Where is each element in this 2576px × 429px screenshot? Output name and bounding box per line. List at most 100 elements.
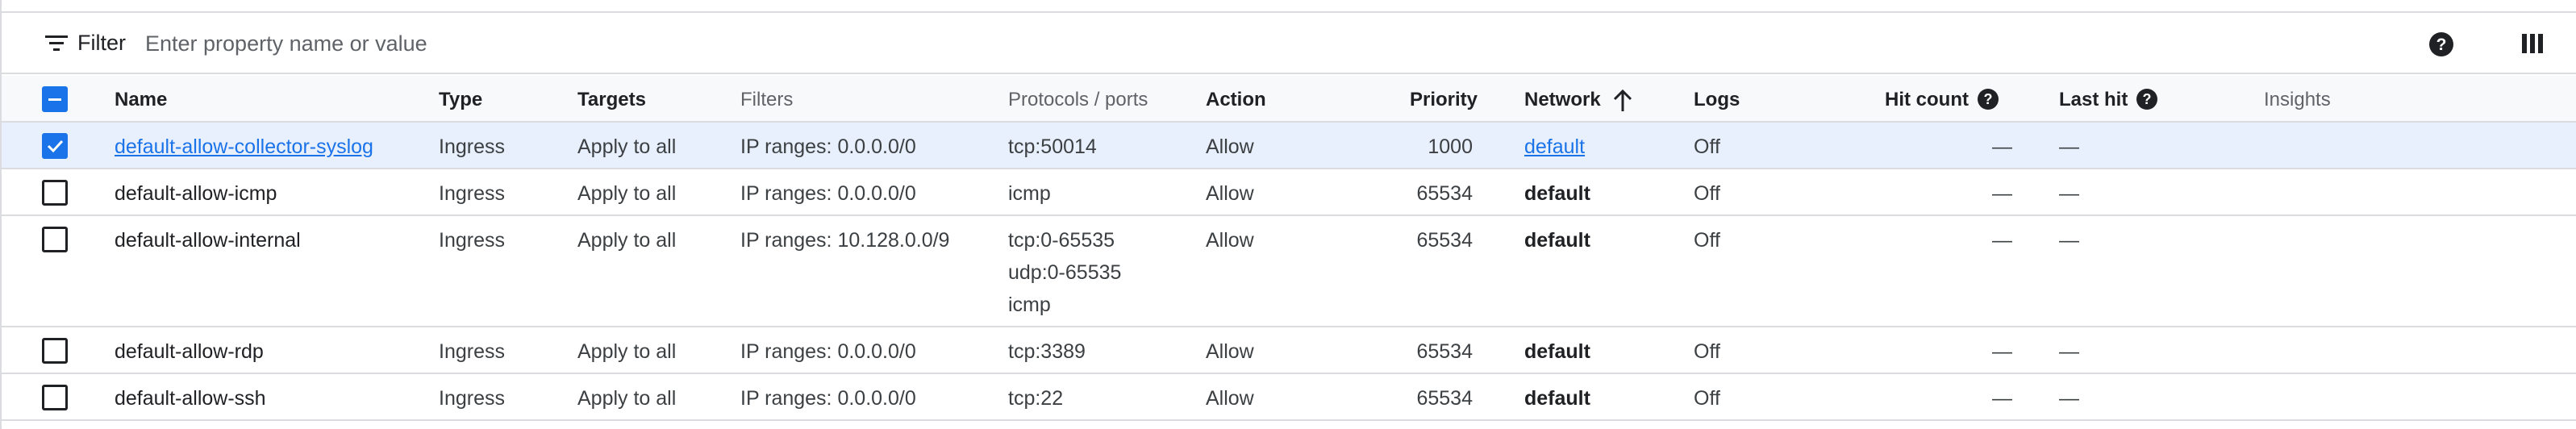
rule-type: Ingress [439, 340, 505, 363]
column-header-filters: Filters [740, 89, 794, 110]
help-circle-icon[interactable]: ? [2428, 31, 2455, 58]
rule-filters: IP ranges: 0.0.0.0/0 [740, 340, 916, 363]
rule-last-hit: — [2059, 182, 2079, 205]
protocol-entry: icmp [1008, 294, 1051, 316]
rule-network: default [1524, 387, 1590, 410]
filter-list-icon[interactable] [44, 32, 69, 55]
rule-logs: Off [1694, 387, 1720, 410]
rule-targets: Apply to all [577, 182, 677, 205]
rule-action: Allow [1206, 229, 1254, 252]
rule-last-hit: — [2059, 135, 2079, 158]
rule-name[interactable]: default-allow-icmp [115, 177, 277, 210]
rule-priority: 65534 [1416, 182, 1473, 205]
rule-priority: 1000 [1428, 135, 1473, 158]
rule-priority: 65534 [1416, 340, 1473, 363]
indeterminate-checkbox-icon [48, 98, 61, 101]
rule-filters: IP ranges: 10.128.0.0/9 [740, 229, 950, 252]
rule-name[interactable]: default-allow-ssh [115, 382, 266, 414]
row-checkbox[interactable] [42, 133, 68, 159]
rule-network-link[interactable]: default [1524, 131, 1585, 163]
rule-logs: Off [1694, 182, 1720, 205]
rule-protocols: tcp:0-65535 udp:0-65535 icmp [1008, 224, 1121, 321]
rule-logs: Off [1694, 229, 1720, 252]
rule-hit-count: — [1992, 229, 2012, 252]
rule-type: Ingress [439, 135, 505, 158]
protocol-entry: tcp:50014 [1008, 135, 1097, 158]
rule-network: default [1524, 340, 1590, 363]
rule-name[interactable]: default-allow-rdp [115, 335, 264, 368]
table-header: Name Type Targets Filters Protocols / po… [2, 76, 2576, 123]
column-display-icon[interactable] [2520, 31, 2545, 56]
filter-bar: Filter ? [2, 13, 2576, 74]
protocol-entry: icmp [1008, 182, 1051, 205]
svg-text:?: ? [1984, 91, 1993, 107]
rule-protocols: icmp [1008, 177, 1051, 210]
svg-text:?: ? [2436, 35, 2447, 54]
rule-network: default [1524, 182, 1590, 205]
rule-hit-count: — [1992, 340, 2012, 363]
row-checkbox[interactable] [42, 385, 68, 410]
column-header-priority[interactable]: Priority [1410, 89, 1478, 111]
row-checkbox[interactable] [42, 338, 68, 364]
rule-type: Ingress [439, 387, 505, 410]
checkmark-icon [47, 140, 64, 153]
column-header-targets[interactable]: Targets [577, 89, 646, 111]
rule-priority: 65534 [1416, 229, 1473, 252]
select-all-checkbox[interactable] [42, 86, 68, 112]
rule-last-hit: — [2059, 229, 2079, 252]
table-row[interactable]: default-allow-rdp Ingress Apply to all I… [2, 327, 2576, 374]
column-header-network[interactable]: Network [1524, 89, 1601, 111]
rule-name[interactable]: default-allow-internal [115, 224, 301, 256]
arrow-upward-icon[interactable] [1611, 87, 1634, 117]
column-header-logs[interactable]: Logs [1694, 89, 1740, 111]
rule-protocols: tcp:3389 [1008, 335, 1086, 368]
rule-network: default [1524, 229, 1590, 252]
rule-logs: Off [1694, 135, 1720, 158]
rule-filters: IP ranges: 0.0.0.0/0 [740, 182, 916, 205]
rule-hit-count: — [1992, 182, 2012, 205]
rule-logs: Off [1694, 340, 1720, 363]
column-header-type[interactable]: Type [439, 89, 482, 111]
table-row[interactable]: default-allow-icmp Ingress Apply to all … [2, 169, 2576, 216]
hit-count-help-icon[interactable]: ? [1976, 87, 2000, 115]
top-divider [2, 0, 2576, 13]
filter-label[interactable]: Filter [77, 31, 126, 56]
rule-targets: Apply to all [577, 387, 677, 410]
rule-type: Ingress [439, 182, 505, 205]
rule-filters: IP ranges: 0.0.0.0/0 [740, 135, 916, 158]
row-checkbox[interactable] [42, 227, 68, 252]
column-header-hit-count[interactable]: Hit count [1885, 89, 1969, 111]
protocol-entry: tcp:0-65535 [1008, 229, 1115, 252]
rule-hit-count: — [1992, 135, 2012, 158]
table-row[interactable]: default-allow-internal Ingress Apply to … [2, 216, 2576, 327]
rule-targets: Apply to all [577, 135, 677, 158]
rule-filters: IP ranges: 0.0.0.0/0 [740, 387, 916, 410]
rule-protocols: tcp:50014 [1008, 131, 1097, 163]
protocol-entry: tcp:22 [1008, 387, 1064, 410]
filter-input[interactable] [145, 24, 1597, 63]
svg-text:?: ? [2143, 91, 2152, 107]
row-checkbox[interactable] [42, 180, 68, 206]
protocol-entry: udp:0-65535 [1008, 261, 1122, 284]
rule-priority: 65534 [1416, 387, 1473, 410]
rule-targets: Apply to all [577, 229, 677, 252]
rule-action: Allow [1206, 182, 1254, 205]
rule-action: Allow [1206, 340, 1254, 363]
table-row[interactable]: default-allow-ssh Ingress Apply to all I… [2, 374, 2576, 421]
rule-action: Allow [1206, 135, 1254, 158]
table-row[interactable]: default-allow-collector-syslog Ingress A… [2, 123, 2576, 169]
column-header-name[interactable]: Name [115, 89, 167, 111]
rule-name-link[interactable]: default-allow-collector-syslog [115, 131, 373, 163]
rule-protocols: tcp:22 [1008, 382, 1063, 414]
column-header-action[interactable]: Action [1206, 89, 1266, 111]
rule-targets: Apply to all [577, 340, 677, 363]
rule-last-hit: — [2059, 387, 2079, 410]
rule-hit-count: — [1992, 387, 2012, 410]
column-header-last-hit[interactable]: Last hit [2059, 89, 2128, 111]
column-header-insights: Insights [2264, 89, 2331, 110]
last-hit-help-icon[interactable]: ? [2135, 87, 2159, 115]
rule-action: Allow [1206, 387, 1254, 410]
protocol-entry: tcp:3389 [1008, 340, 1086, 363]
firewall-rules-panel: Filter ? Name Type Targets Filters Proto [0, 0, 2576, 429]
rule-type: Ingress [439, 229, 505, 252]
